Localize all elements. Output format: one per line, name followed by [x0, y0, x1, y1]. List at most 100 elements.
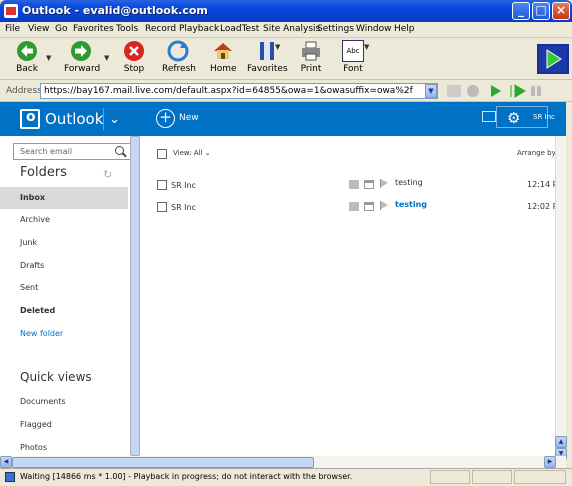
scroll-right-icon[interactable]: ▶ — [544, 456, 556, 468]
pause-icon — [531, 86, 535, 96]
status-text: Waiting [14866 ms * 1.00] - Playback in … — [20, 472, 353, 481]
stop-button[interactable]: Stop — [122, 40, 146, 74]
window-title: Outlook - evalid@outlook.com — [22, 4, 208, 17]
arrange-by[interactable]: Arrange by — [517, 149, 556, 157]
menu-record[interactable]: Record — [145, 24, 176, 34]
message-time: 12:14 P — [527, 180, 558, 189]
minimize-button[interactable]: _ — [512, 2, 530, 20]
refresh-label: Refresh — [162, 64, 196, 74]
back-arrow-icon — [17, 41, 37, 61]
printer-icon — [302, 41, 320, 61]
forward-button[interactable]: Forward — [64, 40, 100, 74]
message-subject[interactable]: testing — [395, 200, 427, 209]
delete-icon[interactable] — [364, 202, 374, 211]
quick-view-photos[interactable]: Photos — [20, 443, 47, 452]
menu-file[interactable]: File — [5, 24, 20, 34]
address-input[interactable] — [40, 83, 438, 99]
quick-view-documents[interactable]: Documents — [20, 397, 66, 406]
menu-help[interactable]: Help — [394, 24, 415, 34]
menu-window[interactable]: Window — [356, 24, 392, 34]
menu-settings[interactable]: Settings — [317, 24, 354, 34]
status-panel — [430, 470, 470, 484]
address-label: Address — [6, 86, 42, 96]
home-button[interactable]: Home — [210, 40, 237, 74]
scroll-up-icon[interactable]: ▲ — [555, 436, 567, 448]
menu-favorites[interactable]: Favorites — [73, 24, 114, 34]
favorites-dropdown-icon[interactable]: ▼ — [275, 43, 280, 51]
record-icon — [467, 85, 479, 97]
message-checkbox[interactable] — [157, 180, 167, 190]
font-dropdown-icon[interactable]: ▼ — [364, 43, 369, 51]
outlook-logo-icon — [20, 109, 40, 129]
gear-icon[interactable]: ⚙ — [507, 109, 520, 127]
menu-playback[interactable]: Playback — [179, 24, 219, 34]
quick-view-flagged[interactable]: Flagged — [20, 420, 52, 429]
user-name[interactable]: SR Inc — [533, 113, 555, 121]
vertical-scrollbar[interactable] — [555, 136, 566, 456]
app-switcher-chevron-icon[interactable]: ⌄ — [109, 112, 120, 127]
address-dropdown-icon[interactable]: ▼ — [425, 84, 437, 98]
select-all-checkbox[interactable] — [157, 149, 167, 159]
print-label: Print — [300, 64, 322, 74]
home-label: Home — [210, 64, 237, 74]
forward-dropdown-icon[interactable]: ▼ — [104, 54, 109, 62]
menu-loadtest[interactable]: LoadTest — [220, 24, 259, 34]
toolbar: Back ▼ Forward ▼ Stop Refresh Home Favor… — [0, 38, 572, 80]
menu-site-analysis[interactable]: Site Analysis — [263, 24, 320, 34]
font-icon: Abc — [342, 40, 364, 62]
folder-junk[interactable]: Junk — [20, 238, 37, 247]
flag-icon[interactable] — [380, 179, 390, 188]
quick-views-title: Quick views — [20, 370, 92, 384]
category-icon[interactable] — [349, 180, 359, 189]
message-sender[interactable]: SR Inc — [171, 181, 196, 190]
maximize-button[interactable]: □ — [532, 2, 550, 20]
view-filter[interactable]: View: All ⌄ — [173, 149, 211, 157]
stop-label: Stop — [123, 64, 145, 74]
outlook-brand[interactable]: Outlook — [45, 110, 103, 128]
step-icon — [510, 84, 526, 98]
view-filter-label: View: All — [173, 149, 203, 157]
new-folder-link[interactable]: New folder — [20, 329, 63, 338]
search-icon[interactable] — [115, 146, 124, 155]
new-button[interactable]: New — [179, 113, 199, 123]
new-plus-icon[interactable]: + — [156, 109, 175, 128]
font-button[interactable]: Abc Font — [340, 40, 366, 74]
back-label: Back — [16, 64, 38, 74]
favorites-label: Favorites — [247, 64, 288, 74]
chat-icon[interactable] — [482, 111, 496, 122]
folder-pane-scrollbar[interactable] — [130, 136, 140, 456]
status-panel — [514, 470, 566, 484]
folder-refresh-icon[interactable]: ↻ — [103, 168, 112, 181]
scroll-left-icon[interactable]: ◀ — [0, 456, 12, 468]
close-button[interactable]: × — [552, 2, 570, 20]
header-divider — [103, 108, 104, 130]
horizontal-scroll-thumb[interactable] — [12, 457, 314, 468]
message-sender[interactable]: SR Inc — [171, 203, 196, 212]
stop-icon — [124, 41, 144, 61]
category-icon[interactable] — [349, 202, 359, 211]
refresh-button[interactable]: Refresh — [162, 40, 196, 74]
folder-sent[interactable]: Sent — [20, 283, 38, 292]
favorites-button[interactable]: Favorites — [247, 40, 288, 74]
mail-content — [0, 136, 566, 456]
flag-icon[interactable] — [380, 201, 390, 210]
folder-drafts[interactable]: Drafts — [20, 261, 44, 270]
folder-archive[interactable]: Archive — [20, 215, 50, 224]
playback-controls — [447, 84, 541, 98]
delete-icon[interactable] — [364, 180, 374, 189]
playback-run-button[interactable] — [537, 44, 569, 74]
message-subject[interactable]: testing — [395, 178, 423, 187]
menu-tools[interactable]: Tools — [116, 24, 138, 34]
back-dropdown-icon[interactable]: ▼ — [46, 54, 51, 62]
print-button[interactable]: Print — [298, 40, 324, 74]
font-label: Font — [343, 64, 363, 74]
record-grid-icon — [447, 85, 461, 97]
menu-go[interactable]: Go — [55, 24, 67, 34]
message-checkbox[interactable] — [157, 202, 167, 212]
status-icon — [5, 472, 15, 482]
menu-view[interactable]: View — [28, 24, 49, 34]
folder-deleted[interactable]: Deleted — [20, 306, 55, 315]
menu-bar: File View Go Favorites Tools Record Play… — [0, 22, 572, 38]
folder-inbox[interactable]: Inbox — [20, 193, 45, 202]
back-button[interactable]: Back — [12, 40, 42, 74]
